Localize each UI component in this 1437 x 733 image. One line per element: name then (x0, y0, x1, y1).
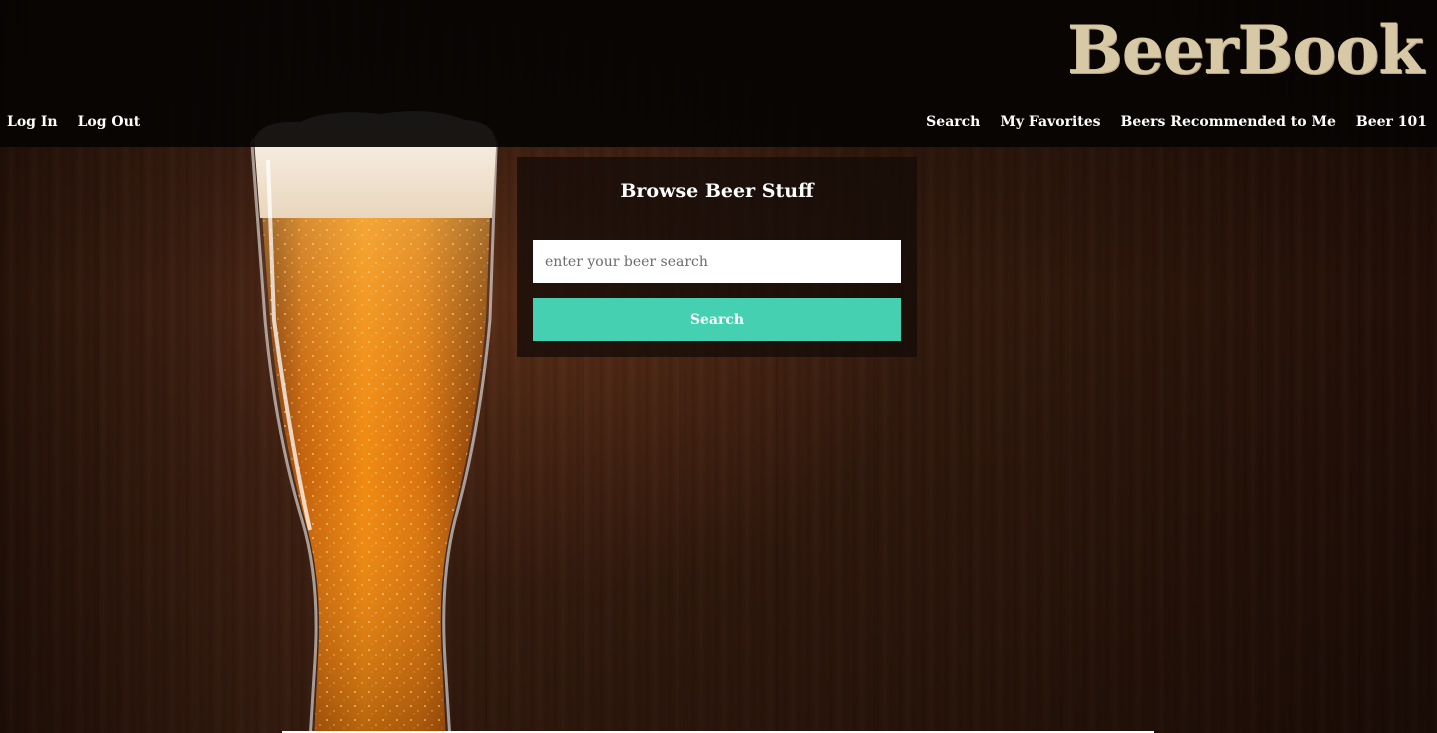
nav-favorites-link[interactable]: My Favorites (1000, 112, 1100, 132)
brand-logo[interactable]: BeerBook (1067, 10, 1424, 90)
search-button[interactable]: Search (533, 298, 901, 341)
search-input[interactable] (533, 240, 901, 283)
nav-recommended-link[interactable]: Beers Recommended to Me (1121, 112, 1336, 132)
logout-link[interactable]: Log Out (78, 112, 141, 132)
nav-search-link[interactable]: Search (926, 112, 980, 132)
nav-right: Search My Favorites Beers Recommended to… (926, 112, 1427, 132)
nav-beer101-link[interactable]: Beer 101 (1356, 112, 1427, 132)
top-header: BeerBook Log In Log Out Search My Favori… (0, 0, 1437, 147)
nav-left: Log In Log Out (7, 112, 140, 132)
login-link[interactable]: Log In (7, 112, 58, 132)
search-panel: Browse Beer Stuff Search (517, 157, 917, 357)
beer-glass-image (250, 111, 498, 733)
panel-title: Browse Beer Stuff (620, 180, 814, 202)
page: BeerBook Log In Log Out Search My Favori… (0, 0, 1437, 733)
